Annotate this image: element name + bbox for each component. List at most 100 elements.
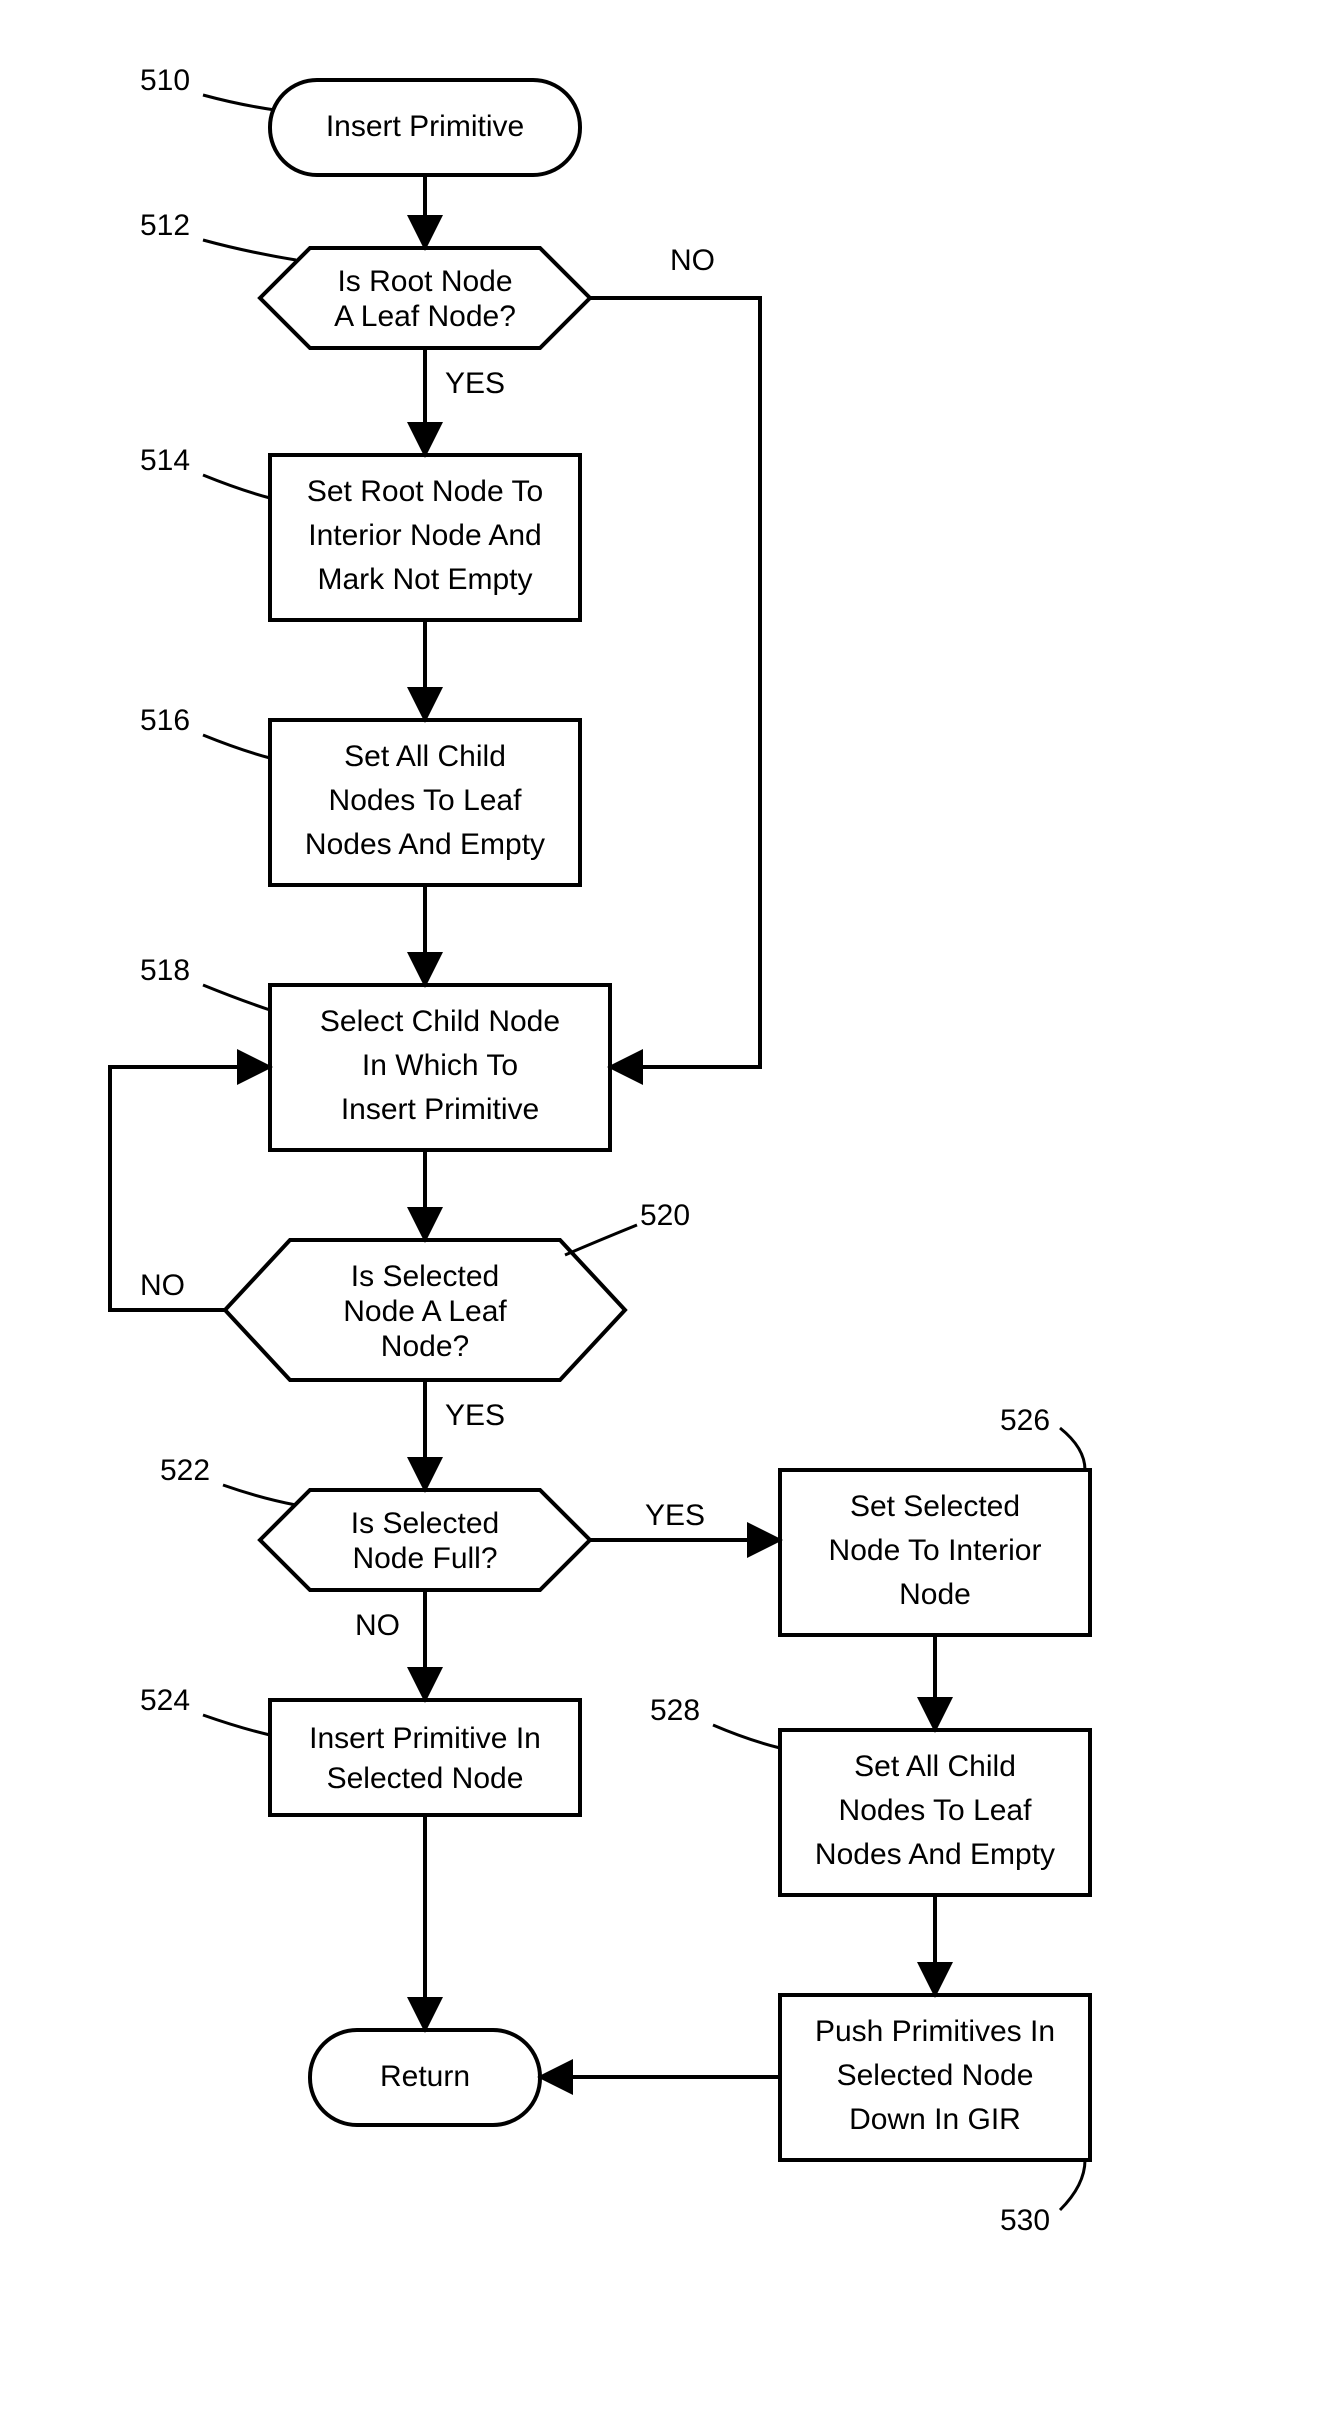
node-518-line2: In Which To: [362, 1049, 518, 1082]
svg-text:Select Child Node: Select Child Node: [320, 1005, 560, 1038]
lead-520: [565, 1225, 637, 1255]
node-520-selected-is-leaf: Is Selected Node A Leaf Node?: [225, 1240, 625, 1380]
svg-text:Node A Leaf: Node A Leaf: [343, 1295, 507, 1328]
svg-text:Node Full?: Node Full?: [352, 1542, 497, 1575]
node-512-line2: A Leaf Node?: [334, 300, 516, 333]
svg-text:Node?: Node?: [381, 1330, 469, 1363]
lead-514: [203, 475, 270, 498]
node-524-line2: Selected Node: [327, 1762, 524, 1795]
lead-518: [203, 985, 270, 1010]
svg-text:Insert Primitive: Insert Primitive: [326, 110, 524, 143]
ref-528: 528: [650, 1694, 700, 1727]
ref-516: 516: [140, 704, 190, 737]
node-518-line1: Select Child Node: [320, 1005, 560, 1038]
node-530-push-primitives: Push Primitives In Selected Node Down In…: [780, 1995, 1090, 2160]
node-516-line2: Nodes To Leaf: [329, 784, 523, 817]
ref-530: 530: [1000, 2204, 1050, 2237]
node-528-line1: Set All Child: [854, 1750, 1016, 1783]
node-528-line3: Nodes And Empty: [815, 1838, 1055, 1871]
svg-text:Nodes And Empty: Nodes And Empty: [305, 828, 545, 861]
svg-text:Node: Node: [899, 1578, 971, 1611]
ref-512: 512: [140, 209, 190, 242]
node-512-root-is-leaf: Is Root Node A Leaf Node?: [260, 248, 590, 348]
node-524-line1: Insert Primitive In: [309, 1722, 541, 1755]
node-520-line2: Node A Leaf: [343, 1295, 507, 1328]
node-530-line2: Selected Node: [837, 2059, 1034, 2092]
svg-text:Insert Primitive In: Insert Primitive In: [309, 1722, 541, 1755]
node-518-select-child: Select Child Node In Which To Insert Pri…: [270, 985, 610, 1150]
svg-text:Node To Interior: Node To Interior: [829, 1534, 1042, 1567]
svg-text:Down In GIR: Down In GIR: [849, 2103, 1021, 2136]
label-522-no: NO: [355, 1609, 400, 1642]
node-516-line1: Set All Child: [344, 740, 506, 773]
node-528-set-children-leaf: Set All Child Nodes To Leaf Nodes And Em…: [780, 1730, 1090, 1895]
lead-528: [713, 1725, 780, 1748]
node-510-insert-primitive: Insert Primitive: [270, 80, 580, 175]
lead-516: [203, 735, 270, 758]
svg-text:Selected Node: Selected Node: [327, 1762, 524, 1795]
svg-text:Set Selected: Set Selected: [850, 1490, 1020, 1523]
label-520-no: NO: [140, 1269, 185, 1302]
node-512-line1: Is Root Node: [337, 265, 512, 298]
lead-526: [1060, 1428, 1085, 1470]
lead-530: [1060, 2160, 1085, 2210]
lead-510: [203, 95, 275, 110]
label-512-no: NO: [670, 244, 715, 277]
node-return-line1: Return: [380, 2060, 470, 2093]
svg-text:In Which To: In Which To: [362, 1049, 518, 1082]
node-530-line1: Push Primitives In: [815, 2015, 1055, 2048]
ref-514: 514: [140, 444, 190, 477]
svg-text:Insert Primitive: Insert Primitive: [341, 1093, 539, 1126]
label-512-yes: YES: [445, 367, 505, 400]
lead-524: [203, 1715, 270, 1735]
node-514-line2: Interior Node And: [308, 519, 541, 552]
svg-text:Set All Child: Set All Child: [344, 740, 506, 773]
node-524-insert-in-selected: Insert Primitive In Selected Node: [270, 1700, 580, 1815]
svg-text:Nodes And Empty: Nodes And Empty: [815, 1838, 1055, 1871]
node-522-line1: Is Selected: [351, 1507, 499, 1540]
edge-520-518-no: [110, 1067, 270, 1310]
node-514-line1: Set Root Node To: [307, 475, 543, 508]
node-520-line1: Is Selected: [351, 1260, 499, 1293]
label-520-yes: YES: [445, 1399, 505, 1432]
svg-text:Is Root Node: Is Root Node: [337, 265, 512, 298]
node-514-line3: Mark Not Empty: [317, 563, 532, 596]
svg-text:A Leaf Node?: A Leaf Node?: [334, 300, 516, 333]
svg-text:Push Primitives In: Push Primitives In: [815, 2015, 1055, 2048]
node-510-line1: Insert Primitive: [326, 110, 524, 143]
node-526-line3: Node: [899, 1578, 971, 1611]
svg-text:Mark Not Empty: Mark Not Empty: [317, 563, 532, 596]
lead-522: [223, 1485, 296, 1505]
node-516-line3: Nodes And Empty: [305, 828, 545, 861]
svg-text:Nodes To Leaf: Nodes To Leaf: [329, 784, 523, 817]
svg-text:Return: Return: [380, 2060, 470, 2093]
svg-text:Selected Node: Selected Node: [837, 2059, 1034, 2092]
ref-510: 510: [140, 64, 190, 97]
svg-text:Is Selected: Is Selected: [351, 1260, 499, 1293]
svg-text:Set Root Node To: Set Root Node To: [307, 475, 543, 508]
node-522-selected-full: Is Selected Node Full?: [260, 1490, 590, 1590]
label-522-yes: YES: [645, 1499, 705, 1532]
node-516-set-children-leaf: Set All Child Nodes To Leaf Nodes And Em…: [270, 720, 580, 885]
lead-512: [203, 240, 296, 260]
node-522-line2: Node Full?: [352, 1542, 497, 1575]
node-528-line2: Nodes To Leaf: [839, 1794, 1033, 1827]
node-520-line3: Node?: [381, 1330, 469, 1363]
node-530-line3: Down In GIR: [849, 2103, 1021, 2136]
svg-text:Interior Node And: Interior Node And: [308, 519, 541, 552]
svg-text:Is Selected: Is Selected: [351, 1507, 499, 1540]
node-return: Return: [310, 2030, 540, 2125]
node-526-set-selected-interior: Set Selected Node To Interior Node: [780, 1470, 1090, 1635]
edge-512-518-no: [590, 298, 760, 1067]
svg-text:Set All Child: Set All Child: [854, 1750, 1016, 1783]
ref-524: 524: [140, 1684, 190, 1717]
svg-text:Nodes To Leaf: Nodes To Leaf: [839, 1794, 1033, 1827]
ref-520: 520: [640, 1199, 690, 1232]
node-518-line3: Insert Primitive: [341, 1093, 539, 1126]
ref-518: 518: [140, 954, 190, 987]
node-526-line1: Set Selected: [850, 1490, 1020, 1523]
node-514-set-root-interior: Set Root Node To Interior Node And Mark …: [270, 455, 580, 620]
ref-522: 522: [160, 1454, 210, 1487]
ref-526: 526: [1000, 1404, 1050, 1437]
node-526-line2: Node To Interior: [829, 1534, 1042, 1567]
